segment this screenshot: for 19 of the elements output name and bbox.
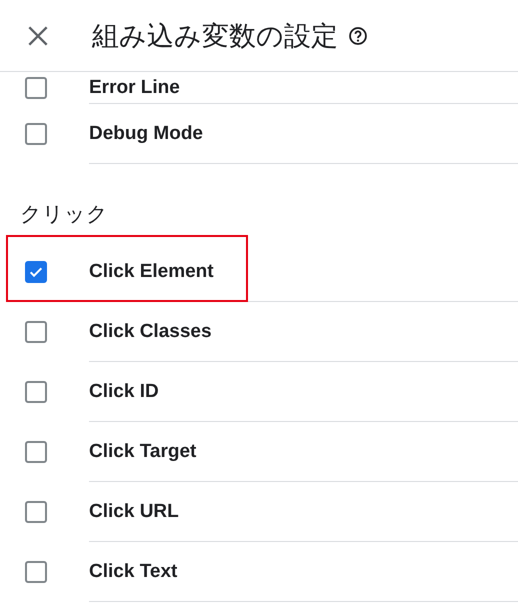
section-heading: クリック <box>19 201 109 228</box>
checkbox-label[interactable]: Click Target <box>89 440 196 462</box>
help-icon[interactable] <box>348 26 368 46</box>
checkbox-label[interactable]: Click Text <box>89 560 178 582</box>
checkbox[interactable] <box>25 321 47 343</box>
dialog-title: 組み込み変数の設定 <box>92 20 338 54</box>
checkbox-label[interactable]: Error Line <box>89 76 180 98</box>
checkbox[interactable] <box>25 501 47 523</box>
checkbox[interactable] <box>25 441 47 463</box>
checkbox[interactable] <box>25 261 47 283</box>
checkbox[interactable] <box>25 381 47 403</box>
checkbox[interactable] <box>25 561 47 583</box>
checkbox-label[interactable]: Debug Mode <box>89 122 203 144</box>
checkbox-label[interactable]: Click ID <box>89 380 159 402</box>
checkbox-label[interactable]: Click URL <box>89 500 179 522</box>
checkbox[interactable] <box>25 77 47 99</box>
checkbox[interactable] <box>25 123 47 145</box>
checkbox-label[interactable]: Click Element <box>89 260 214 282</box>
checkbox-label[interactable]: Click Classes <box>89 320 212 342</box>
